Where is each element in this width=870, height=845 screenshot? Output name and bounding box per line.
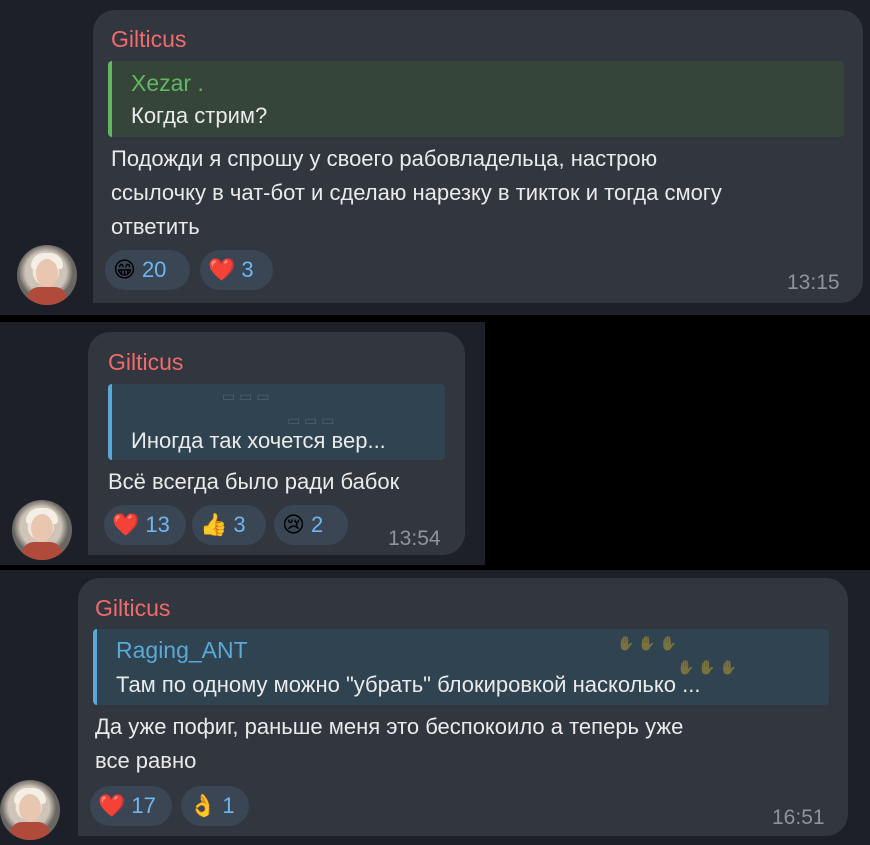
reply-text: Когда стрим? <box>131 103 268 128</box>
reaction-count: 1 <box>222 793 235 818</box>
message-text: Всё всегда было ради бабок <box>108 469 400 494</box>
thumbs-up-icon: 👍 <box>200 512 228 537</box>
ok-hand-icon: 👌 <box>189 793 217 818</box>
heart-icon: ❤️ <box>208 257 236 282</box>
reaction-count: 20 <box>141 257 167 282</box>
reply-quote[interactable]: ✋ ✋ ✋ ✋ ✋ ✋ Raging_ANT Там по одному мож… <box>93 629 829 705</box>
reply-author: Xezar . <box>131 70 204 96</box>
reaction-crying[interactable]: 😢 2 <box>274 505 348 545</box>
message-panel-3: Gilticus ✋ ✋ ✋ ✋ ✋ ✋ Raging_ANT Там по о… <box>0 570 870 845</box>
reply-quote[interactable]: ▭ ▭ ▭ ▭ ▭ ▭ Иногда так хочется вер... <box>108 384 445 460</box>
avatar[interactable] <box>17 245 77 305</box>
reply-background-pattern: ▭ ▭ ▭ <box>287 412 335 428</box>
heart-icon: ❤️ <box>112 512 140 537</box>
message-bubble[interactable]: Gilticus ▭ ▭ ▭ ▭ ▭ ▭ Иногда так хочется … <box>88 332 465 555</box>
grinning-face-icon: 😁 <box>113 257 136 282</box>
message-time: 13:15 <box>787 271 840 294</box>
reply-quote[interactable]: Xezar . Когда стрим? <box>108 61 844 137</box>
reply-text: Там по одному можно "убрать" блокировкой… <box>116 672 701 697</box>
reaction-count: 3 <box>241 257 254 282</box>
message-text: Подожди я спрошу у своего рабовладельца,… <box>111 146 722 239</box>
avatar[interactable] <box>12 500 72 560</box>
message-bubble[interactable]: Gilticus Xezar . Когда стрим? Подожди я … <box>93 10 863 303</box>
message-panel-2: Gilticus ▭ ▭ ▭ ▭ ▭ ▭ Иногда так хочется … <box>0 322 485 565</box>
message-time: 16:51 <box>772 806 825 829</box>
reaction-heart[interactable]: ❤️ 3 <box>200 250 273 290</box>
reaction-count: 2 <box>310 512 324 537</box>
message-time: 13:54 <box>388 527 441 550</box>
reaction-heart[interactable]: ❤️ 17 <box>90 786 172 826</box>
message-author[interactable]: Gilticus <box>95 595 170 622</box>
avatar[interactable] <box>0 780 60 840</box>
message-panel-1: Gilticus Xezar . Когда стрим? Подожди я … <box>0 0 870 315</box>
crying-face-icon: 😢 <box>282 512 305 537</box>
message-bubble[interactable]: Gilticus ✋ ✋ ✋ ✋ ✋ ✋ Raging_ANT Там по о… <box>78 578 848 836</box>
message-author[interactable]: Gilticus <box>111 26 186 53</box>
reaction-heart[interactable]: ❤️ 13 <box>104 505 186 545</box>
reaction-count: 13 <box>145 512 170 537</box>
reaction-ok-hand[interactable]: 👌 1 <box>181 786 249 826</box>
reaction-count: 17 <box>131 793 156 818</box>
message-author[interactable]: Gilticus <box>108 349 183 376</box>
reply-author: Raging_ANT <box>116 637 248 663</box>
reply-background-pattern: ✋ ✋ ✋ <box>617 635 678 651</box>
reaction-grinning[interactable]: 😁 20 <box>105 250 190 290</box>
reply-background-pattern: ▭ ▭ ▭ <box>222 388 270 404</box>
reaction-thumbs-up[interactable]: 👍 3 <box>192 505 266 545</box>
heart-icon: ❤️ <box>98 793 126 818</box>
reply-text: Иногда так хочется вер... <box>131 428 386 453</box>
message-text: Да уже пофиг, раньше меня это беспокоило… <box>95 714 684 773</box>
reaction-count: 3 <box>233 512 246 537</box>
